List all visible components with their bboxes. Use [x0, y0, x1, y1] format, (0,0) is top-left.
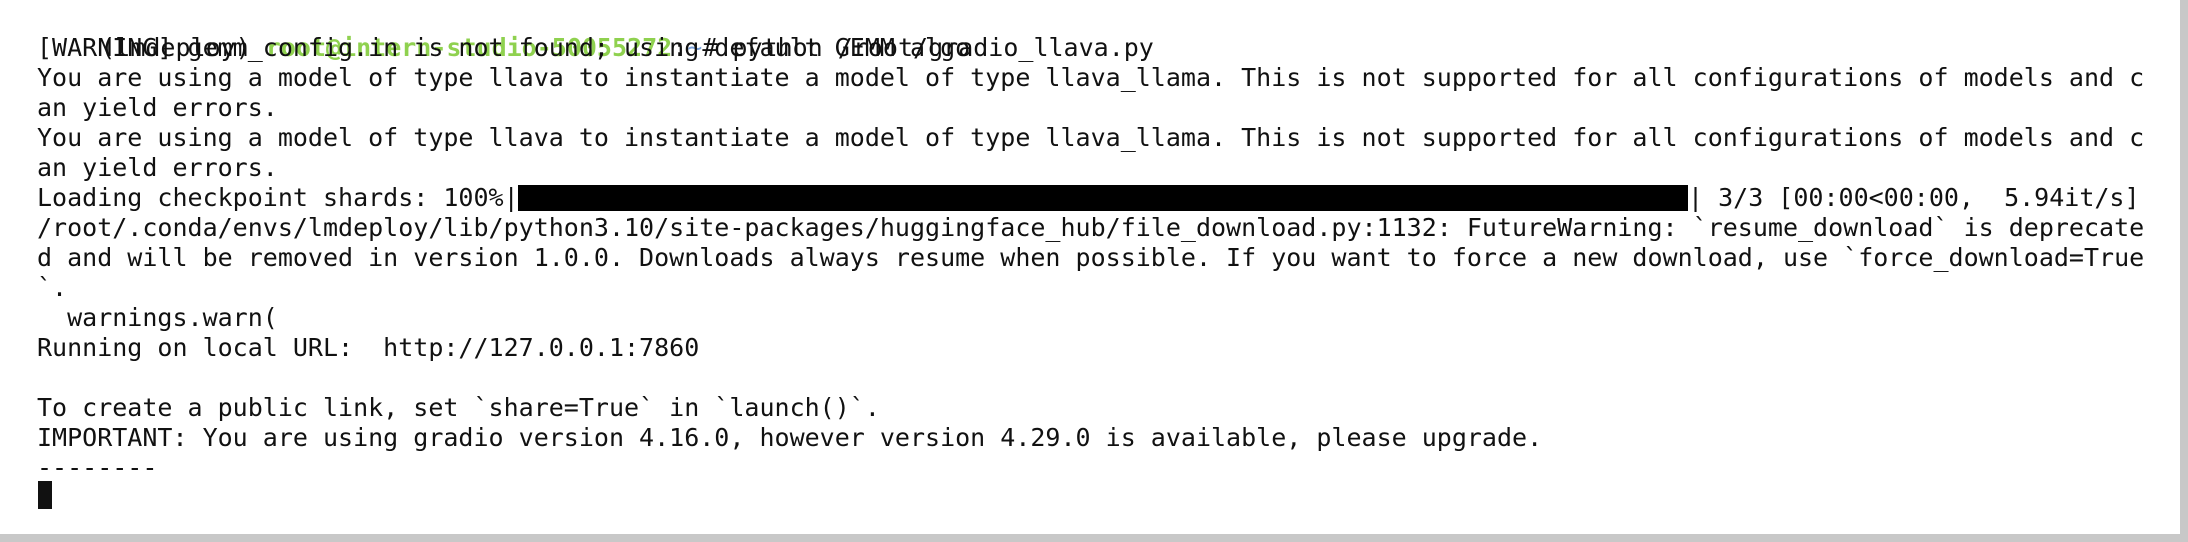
output-line-warning-gemm: [WARNING] gemm_config.in is not found; u…	[37, 33, 971, 62]
terminal-cursor	[38, 481, 52, 509]
shell-prompt-line: (lmdeploy) root@intern-studio-50055272:~…	[40, 3, 1154, 62]
output-line-future-warning-b: d and will be removed in version 1.0.0. …	[37, 243, 2145, 272]
progress-suffix: | 3/3 [00:00<00:00, 5.94it/s]	[1688, 183, 2140, 212]
output-line-warnings-warn: warnings.warn(	[37, 303, 278, 332]
output-line-public-link: To create a public link, set `share=True…	[37, 393, 880, 422]
output-line-dashes: --------	[37, 453, 158, 482]
output-line-model-type-1a: You are using a model of type llava to i…	[37, 63, 2145, 92]
progress-bar	[518, 185, 1688, 211]
output-line-model-type-2b: an yield errors.	[37, 153, 278, 182]
output-line-model-type-1b: an yield errors.	[37, 93, 278, 122]
progress-label: Loading checkpoint shards: 100%|	[37, 183, 519, 212]
output-line-important: IMPORTANT: You are using gradio version …	[37, 423, 1543, 452]
progress-bar-fill	[518, 185, 1688, 211]
output-line-future-warning-a: /root/.conda/envs/lmdeploy/lib/python3.1…	[37, 213, 2145, 242]
output-line-model-type-2a: You are using a model of type llava to i…	[37, 123, 2145, 152]
output-line-future-warning-c: `.	[37, 273, 68, 302]
terminal-window[interactable]: (lmdeploy) root@intern-studio-50055272:~…	[0, 0, 2188, 542]
output-line-running-url: Running on local URL: http://127.0.0.1:7…	[37, 333, 700, 362]
